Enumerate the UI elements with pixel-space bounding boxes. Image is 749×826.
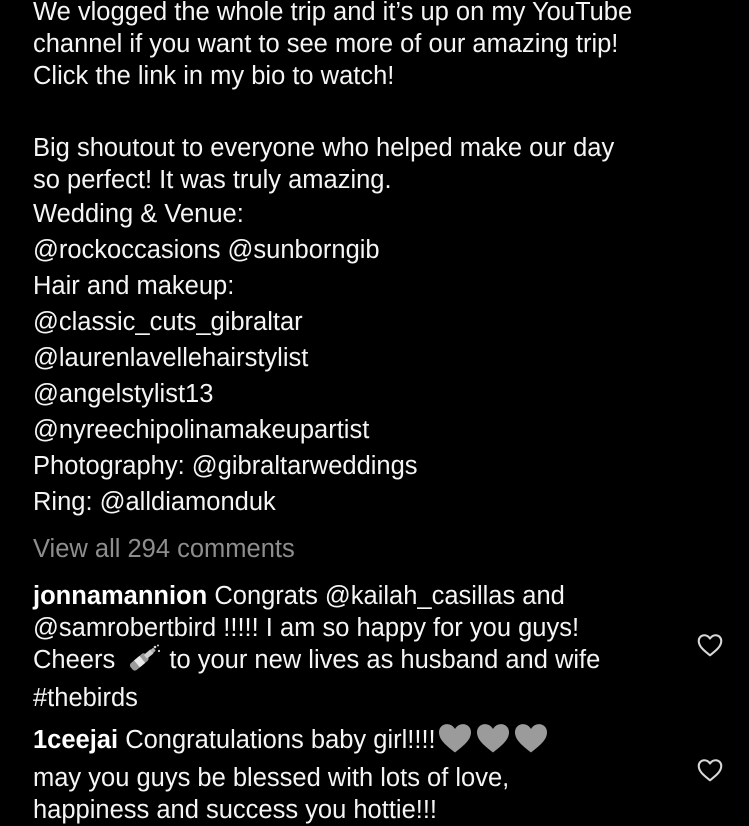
caption-line: Hair and makeup:: [33, 272, 235, 300]
caption-mentions-venue[interactable]: @rockoccasions @sunborngib: [33, 232, 733, 268]
grey-heart-emoji: [436, 722, 474, 762]
comment-text: may you guys be blessed with lots of lov…: [33, 764, 510, 792]
comment-username[interactable]: 1ceejai: [33, 726, 118, 754]
comment-line: 1ceejai Congratulations baby girl!!!!: [33, 722, 673, 762]
comment-hashtag[interactable]: #thebirds: [33, 682, 673, 714]
comment: 1ceejai Congratulations baby girl!!!! ma…: [33, 722, 673, 826]
comment-text: @samrobertbird !!!!! I am so happy for y…: [33, 614, 580, 642]
comment-text: Congratulations baby girl!!!!: [125, 726, 436, 754]
caption-mention[interactable]: @angelstylist13: [33, 376, 733, 412]
comment-text: Congrats @kailah_casillas and: [214, 582, 565, 610]
caption-line: Big shoutout to everyone who helped make…: [33, 134, 615, 162]
post-caption: We vlogged the whole trip and it’s up on…: [33, 0, 733, 520]
caption-photography-credit[interactable]: Photography: @gibraltarweddings: [33, 448, 733, 484]
comment-text: happiness and success you hottie!!!: [33, 796, 438, 824]
heart-outline-icon[interactable]: [697, 633, 723, 657]
caption-line: We vlogged the whole trip and it’s up on…: [33, 0, 633, 26]
caption-mention[interactable]: @laurenlavellehairstylist: [33, 340, 733, 376]
champagne-bottle-emoji: [122, 644, 162, 682]
caption-line: so perfect! It was truly amazing.: [33, 166, 392, 194]
heart-outline-icon[interactable]: [697, 758, 723, 782]
comment-line: jonnamannion Congrats @kailah_casillas a…: [33, 580, 673, 612]
caption-ring-credit[interactable]: Ring: @alldiamonduk: [33, 484, 733, 520]
grey-heart-emoji: [474, 722, 512, 762]
caption-line: Click the link in my bio to watch!: [33, 62, 395, 90]
caption-mention[interactable]: @classic_cuts_gibraltar: [33, 304, 733, 340]
comment-text: Cheers: [33, 646, 116, 674]
comment-text: to your new lives as husband and wife: [169, 646, 601, 674]
view-all-comments-link[interactable]: View all 294 comments: [33, 533, 295, 565]
caption-mention[interactable]: @nyreechipolinamakeupartist: [33, 412, 733, 448]
grey-heart-emoji: [512, 722, 550, 762]
comment: jonnamannion Congrats @kailah_casillas a…: [33, 580, 673, 714]
comment-username[interactable]: jonnamannion: [33, 582, 207, 610]
caption-line: channel if you want to see more of our a…: [33, 30, 619, 58]
comment-line: Cheers to your new lives as husband and …: [33, 644, 673, 682]
caption-line: Wedding & Venue:: [33, 200, 244, 228]
